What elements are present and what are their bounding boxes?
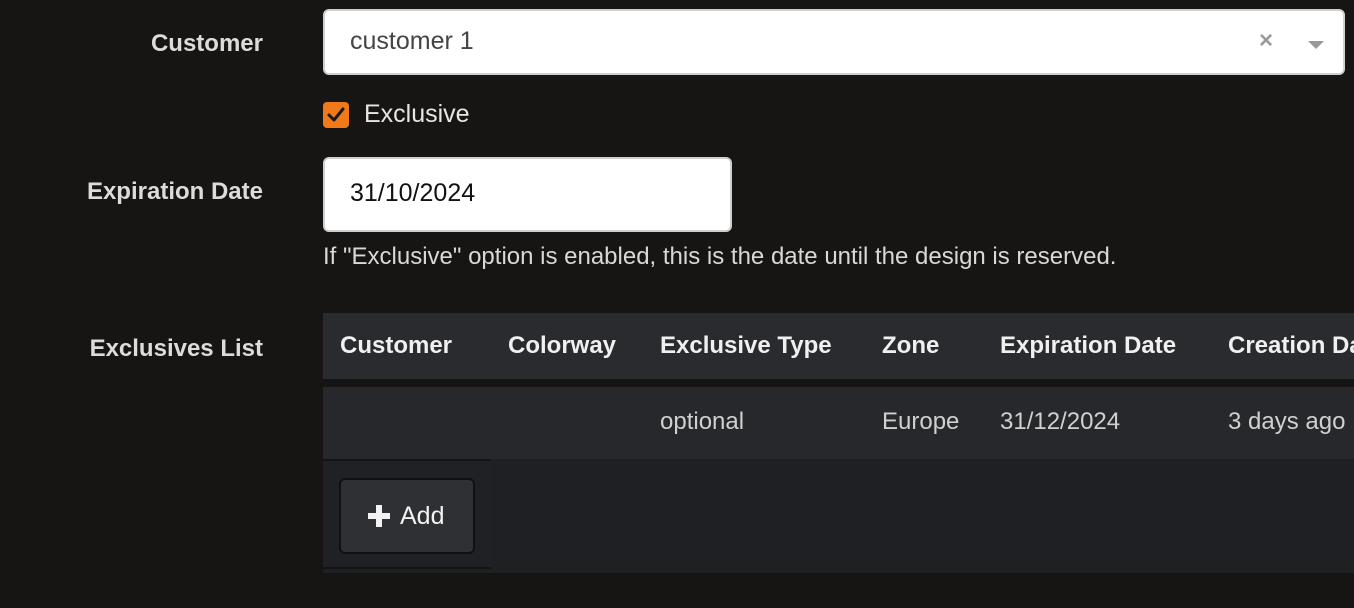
expiration-date-input[interactable]: 31/10/2024: [323, 157, 732, 232]
exclusives-list-label: Exclusives List: [89, 335, 263, 362]
cell-exclusive-type: optional: [660, 408, 745, 435]
expiration-date-label: Expiration Date: [86, 178, 263, 205]
column-header-colorway[interactable]: Colorway: [508, 332, 616, 360]
expiration-help-text: If "Exclusive" option is enabled, this i…: [323, 243, 1117, 270]
cell-zone: Europe: [882, 408, 960, 435]
clear-icon[interactable]: ×: [1259, 26, 1273, 56]
add-button[interactable]: Add: [339, 478, 475, 554]
column-header-zone[interactable]: Zone: [882, 332, 939, 360]
column-header-creation-date[interactable]: Creation Date: [1228, 332, 1354, 360]
add-cell: Add: [323, 459, 491, 569]
table-footer: Add: [323, 459, 1354, 573]
exclusive-form: Customer customer 1 × Exclusive Expirati…: [0, 0, 1354, 608]
cell-expiration-date: 31/12/2024: [1000, 408, 1121, 435]
table-header: Customer Colorway Exclusive Type Zone Ex…: [323, 313, 1354, 383]
table-row[interactable]: optional Europe 31/12/2024 3 days ago: [323, 387, 1354, 459]
chevron-down-icon[interactable]: [1308, 41, 1324, 49]
column-header-customer[interactable]: Customer: [340, 332, 452, 360]
column-header-expiration-date[interactable]: Expiration Date: [1000, 332, 1176, 360]
customer-select-value: customer 1: [350, 27, 474, 55]
cell-creation-date: 3 days ago: [1228, 408, 1346, 435]
add-button-label: Add: [400, 502, 445, 530]
column-header-exclusive-type[interactable]: Exclusive Type: [660, 332, 832, 360]
check-icon: [327, 107, 345, 122]
customer-select[interactable]: customer 1 ×: [323, 9, 1345, 75]
plus-icon: [368, 505, 390, 527]
customer-label: Customer: [150, 30, 263, 57]
exclusives-table: Customer Colorway Exclusive Type Zone Ex…: [323, 313, 1354, 573]
exclusive-checkbox[interactable]: [323, 102, 349, 128]
exclusive-checkbox-label[interactable]: Exclusive: [364, 100, 470, 129]
